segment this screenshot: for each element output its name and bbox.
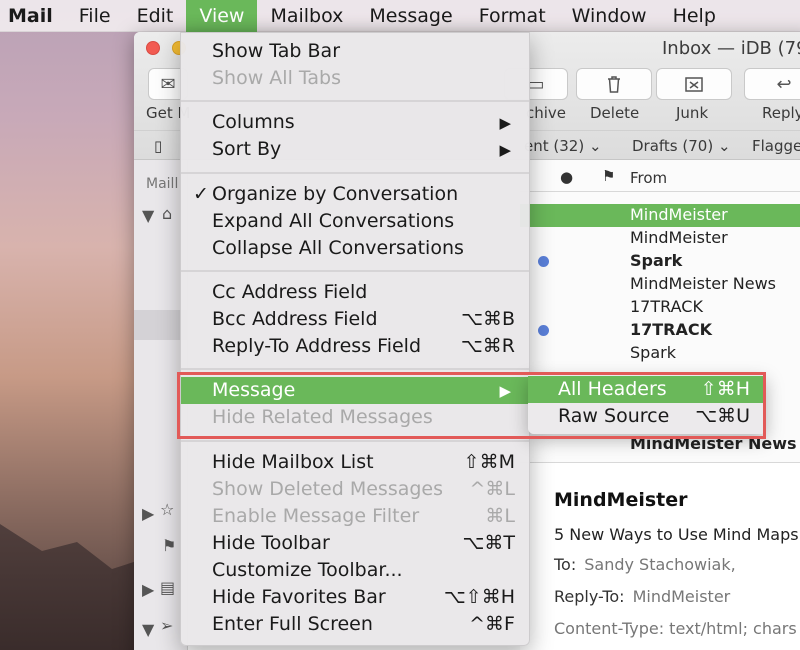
reply-label: Reply (762, 104, 800, 122)
close-window-button[interactable] (146, 41, 160, 55)
menu-separator (181, 368, 529, 370)
menu-item-bcc-field[interactable]: Bcc Address Field ⌥⌘B (181, 306, 529, 333)
shortcut: ⌥⌘R (460, 335, 515, 357)
message-row[interactable]: Spark (520, 342, 800, 365)
unread-column-icon[interactable]: ● (560, 168, 573, 186)
chevron-down-icon: ⌄ (717, 137, 731, 155)
junk-button[interactable] (656, 68, 732, 100)
menu-bar: Mail File Edit View Mailbox Message Form… (0, 0, 800, 32)
favorite-sent[interactable]: ent (32) ⌄ (524, 137, 602, 155)
message-row[interactable]: MindMeister News (520, 273, 800, 296)
menu-item-expand-all[interactable]: Expand All Conversations (181, 208, 529, 235)
message-list-header: ● ⚑ From (520, 166, 800, 192)
menu-message[interactable]: Message (356, 0, 465, 32)
unread-dot-icon (538, 256, 549, 267)
menu-item-cc-field[interactable]: Cc Address Field (181, 279, 529, 306)
desktop-wallpaper (0, 524, 140, 650)
inbox-tray-icon: ⌂ (162, 204, 173, 223)
menu-item-reply-to-field[interactable]: Reply-To Address Field ⌥⌘R (181, 333, 529, 360)
shortcut: ^⌘F (469, 613, 515, 635)
menu-item-enter-full-screen[interactable]: Enter Full Screen ^⌘F (181, 611, 529, 638)
preview-sender: MindMeister (554, 489, 688, 511)
shortcut: ⇧⌘M (463, 451, 515, 473)
shortcut: ^⌘L (469, 478, 515, 500)
message-row[interactable]: 17TRACK (520, 319, 800, 342)
menu-item-columns[interactable]: Columns ▶ (181, 109, 529, 136)
menu-item-sort-by[interactable]: Sort By ▶ (181, 136, 529, 163)
flag-icon: ⚑ (162, 536, 177, 555)
star-icon: ☆ (160, 500, 175, 519)
message-row[interactable]: Spark (520, 250, 800, 273)
view-menu: Show Tab Bar Show All Tabs Columns ▶ Sort… (180, 32, 530, 646)
annotation-highlight-box (177, 372, 766, 439)
message-preview: MindMeister 5 New Ways to Use Mind Maps … (520, 462, 800, 650)
envelope-icon: ✉ (160, 73, 176, 95)
menu-item-hide-mailbox-list[interactable]: Hide Mailbox List ⇧⌘M (181, 449, 529, 476)
message-row[interactable]: MindMeister (520, 204, 800, 227)
flag-column-icon[interactable]: ⚑ (602, 167, 615, 185)
sidebar-heading: Maill (146, 176, 179, 192)
shortcut: ⌥⌘B (461, 308, 515, 330)
paper-plane-icon: ➢ (160, 616, 174, 635)
menu-item-hide-favorites-bar[interactable]: Hide Favorites Bar ⌥⇧⌘H (181, 584, 529, 611)
archive-label: chive (526, 104, 567, 122)
trash-icon (608, 76, 620, 93)
menu-item-show-all-tabs: Show All Tabs (212, 67, 341, 89)
menu-item-collapse-all[interactable]: Collapse All Conversations (181, 235, 529, 262)
disclosure-triangle-icon[interactable]: ▼ (142, 206, 154, 225)
preview-reply-to-value[interactable]: MindMeister (633, 587, 731, 606)
junk-label: Junk (676, 104, 709, 122)
preview-to-value[interactable]: Sandy Stachowiak, (584, 555, 735, 574)
favorite-flagged[interactable]: Flagge (752, 137, 800, 155)
menu-mail[interactable]: Mail (0, 0, 66, 32)
from-column-header[interactable]: From (630, 169, 667, 187)
menu-item-organize-by-conversation[interactable]: ✓ Organize by Conversation (181, 181, 529, 208)
disclosure-triangle-icon[interactable]: ▶ (142, 504, 154, 523)
delete-button[interactable] (576, 68, 652, 100)
submenu-arrow-icon: ▶ (499, 141, 511, 159)
menu-view[interactable]: View (186, 0, 258, 32)
menu-item-show-tab-bar[interactable]: Show Tab Bar (181, 38, 529, 65)
document-icon: ▤ (160, 578, 176, 597)
menu-item-enable-filter: Enable Message Filter ⌘L (212, 505, 515, 527)
delete-label: Delete (590, 104, 640, 122)
disclosure-triangle-icon[interactable]: ▼ (142, 620, 154, 639)
window-title: Inbox — iDB (79 (662, 38, 800, 59)
checkmark-icon: ✓ (193, 183, 209, 205)
menu-separator (181, 440, 529, 442)
menu-separator (181, 100, 529, 102)
sidebar-toggle-icon[interactable]: ▯ (154, 137, 162, 155)
unread-dot-icon (538, 325, 549, 336)
message-row[interactable]: MindMeister (520, 227, 800, 250)
menu-help[interactable]: Help (660, 0, 729, 32)
favorite-drafts[interactable]: Drafts (70) ⌄ (632, 137, 731, 155)
menu-file[interactable]: File (66, 0, 124, 32)
menu-edit[interactable]: Edit (124, 0, 187, 32)
preview-subject: 5 New Ways to Use Mind Maps (554, 525, 799, 544)
menu-item-hide-toolbar[interactable]: Hide Toolbar ⌥⌘T (181, 530, 529, 557)
menu-item-customize-toolbar[interactable]: Customize Toolbar... (181, 557, 529, 584)
menu-format[interactable]: Format (466, 0, 559, 32)
submenu-arrow-icon: ▶ (499, 114, 511, 132)
archive-icon: ▭ (527, 73, 545, 95)
menu-separator (181, 172, 529, 174)
menu-separator (181, 270, 529, 272)
menu-item-show-deleted: Show Deleted Messages ^⌘L (212, 478, 515, 500)
reply-button[interactable]: ↩ (744, 68, 800, 100)
shortcut: ⌥⌘T (462, 532, 515, 554)
preview-to: To: Sandy Stachowiak, (554, 555, 736, 574)
preview-content-type: Content-Type: text/html; chars (554, 619, 797, 638)
reply-arrow-icon: ↩ (776, 73, 792, 95)
shortcut: ⌥⇧⌘H (443, 586, 515, 608)
message-row[interactable]: 17TRACK (520, 296, 800, 319)
disclosure-triangle-icon[interactable]: ▶ (142, 580, 154, 599)
preview-reply-to: Reply-To: MindMeister (554, 587, 731, 606)
shortcut: ⌘L (485, 505, 515, 527)
junk-box-icon (685, 77, 703, 92)
chevron-down-icon: ⌄ (588, 137, 602, 155)
menu-window[interactable]: Window (559, 0, 660, 32)
menu-mailbox[interactable]: Mailbox (257, 0, 356, 32)
